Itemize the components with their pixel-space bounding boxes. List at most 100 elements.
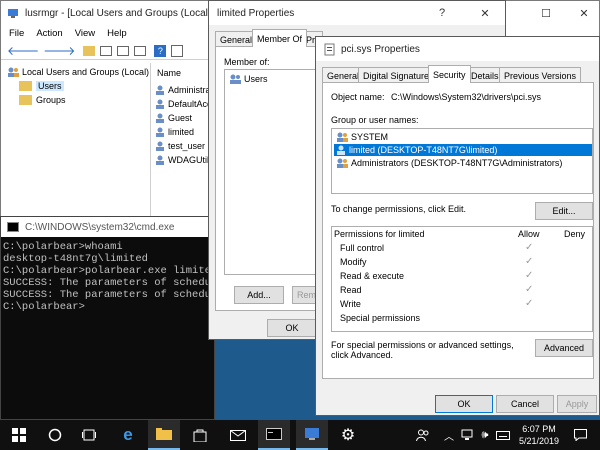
ok-button[interactable]: OK	[435, 395, 493, 413]
permission-label: Special permissions	[340, 313, 421, 323]
file-explorer-icon[interactable]	[148, 420, 180, 450]
list-item[interactable]: Administrators (DESKTOP-T48NT7G\Administ…	[336, 158, 562, 168]
folder-icon	[19, 81, 32, 91]
list-item[interactable]: WDAGUtilityAccount	[155, 153, 213, 167]
allow-check-icon: ✓	[525, 242, 534, 253]
user-name: Administrator	[168, 85, 213, 95]
file-icon	[324, 43, 335, 56]
console-output[interactable]: C:\polarbear>whoami desktop-t48nt7g\limi…	[3, 241, 215, 419]
cmd-taskbar-icon[interactable]	[258, 420, 290, 450]
cmd-icon	[7, 222, 19, 232]
list-item[interactable]: SYSTEM	[336, 132, 388, 142]
lusrmgr-taskbar-icon[interactable]	[296, 420, 328, 450]
tab-details[interactable]: Details	[466, 67, 504, 83]
permission-row: Special permissions	[340, 313, 590, 326]
taskbar: e ⚙ ︿ 🕪 6:07 PM 5/21/2019	[0, 420, 600, 450]
toolbar: 🡐 🡒 ?	[1, 42, 221, 60]
tree-item-groups[interactable]: Groups	[19, 95, 66, 105]
list-item[interactable]: Administrator	[155, 83, 213, 97]
group-name: limited (DESKTOP-T48NT7G\limited)	[349, 145, 498, 155]
back-arrow-icon[interactable]: 🡐	[7, 43, 39, 58]
tab-security[interactable]: Security	[428, 65, 471, 83]
limited-properties-help-button[interactable]: ?	[427, 1, 457, 25]
chevron-up-icon[interactable]: ︿	[440, 420, 458, 450]
export-list-icon[interactable]	[134, 45, 147, 56]
group-names-label: Group or user names:	[331, 115, 419, 125]
action-center-icon[interactable]	[566, 420, 594, 450]
limited-properties-close-button[interactable]: ✕	[465, 1, 505, 25]
list-item[interactable]: test_user	[155, 139, 213, 153]
mail-envelope-icon[interactable]	[222, 420, 254, 450]
list-item[interactable]: limited	[155, 125, 213, 139]
tree-root[interactable]: Local Users and Groups (Local)	[7, 67, 149, 77]
member-of-panel: Member of: Users Add... Remove	[215, 46, 326, 311]
properties-icon[interactable]	[171, 44, 184, 57]
user-icon	[155, 127, 165, 137]
computer-management-icon	[7, 7, 19, 19]
menu-help[interactable]: Help	[107, 28, 127, 39]
group-name: SYSTEM	[351, 132, 389, 142]
allow-column-header: Allow	[518, 229, 540, 239]
start-windows-icon[interactable]	[4, 420, 34, 450]
forward-arrow-icon[interactable]: 🡒	[43, 43, 75, 58]
limited-properties-title: limited Properties	[217, 7, 295, 19]
network-icon[interactable]	[458, 420, 476, 450]
refresh-icon[interactable]	[117, 45, 130, 56]
help-icon[interactable]: ?	[154, 44, 167, 57]
allow-check-icon: ✓	[525, 298, 534, 309]
menu-view[interactable]: View	[75, 28, 95, 39]
user-icon	[155, 99, 165, 109]
add-button[interactable]: Add...	[234, 286, 284, 304]
tab-digital-signatures[interactable]: Digital Signatures	[358, 67, 439, 83]
edge-browser-icon[interactable]: e	[112, 420, 144, 450]
permission-label: Modify	[340, 257, 367, 267]
list-item-selected[interactable]: limited (DESKTOP-T48NT7G\limited)	[334, 144, 592, 156]
tab-previous-versions[interactable]: Previous Versions	[499, 67, 582, 83]
user-name: Guest	[168, 113, 193, 123]
tree-item-users[interactable]: Users	[19, 81, 64, 91]
volume-icon[interactable]: 🕪	[476, 420, 494, 450]
show-tree-icon[interactable]	[100, 45, 113, 56]
up-folder-icon[interactable]	[83, 45, 96, 56]
permission-label: Read	[340, 285, 362, 295]
list-item[interactable]: Guest	[155, 111, 213, 125]
task-view-icon[interactable]	[74, 420, 104, 450]
lusrmgr-maximize-button[interactable]: ☐	[526, 1, 566, 25]
advanced-button[interactable]: Advanced	[535, 339, 593, 357]
tab-member-of[interactable]: Member Of	[252, 29, 308, 47]
user-icon	[155, 85, 165, 95]
menu-action[interactable]: Action	[36, 28, 62, 39]
apply-button[interactable]: Apply	[557, 395, 597, 413]
lusrmgr-title: lusrmgr - [Local Users and Groups (Local…	[25, 7, 227, 19]
store-bag-icon[interactable]	[184, 420, 216, 450]
search-circle-icon[interactable]	[40, 420, 70, 450]
people-icon[interactable]	[412, 420, 434, 450]
menu-file[interactable]: File	[9, 28, 24, 39]
list-header-name[interactable]: Name	[157, 68, 181, 78]
ok-button[interactable]: OK	[267, 319, 317, 337]
allow-check-icon: ✓	[525, 270, 534, 281]
user-icon	[155, 155, 165, 165]
list-item[interactable]: Users	[229, 74, 268, 84]
clock[interactable]: 6:07 PM 5/21/2019	[514, 423, 564, 449]
list-item[interactable]: DefaultAccount	[155, 97, 213, 111]
tab-general[interactable]: General	[215, 31, 258, 47]
clock-time: 6:07 PM	[522, 424, 556, 434]
edit-button[interactable]: Edit...	[535, 202, 593, 220]
cmd-titlebar[interactable]: C:\WINDOWS\system32\cmd.exe	[1, 217, 214, 237]
cancel-button[interactable]: Cancel	[496, 395, 554, 413]
tree-pane: Local Users and Groups (Local) Users Gro…	[1, 63, 151, 233]
member-list: Users	[224, 69, 320, 275]
permission-label: Write	[340, 299, 361, 309]
keyboard-icon[interactable]	[494, 420, 512, 450]
console-line: C:\polarbear>whoami	[3, 241, 123, 253]
limited-properties-titlebar[interactable]: limited Properties	[209, 1, 505, 25]
user-name: limited	[168, 127, 195, 137]
settings-gear-icon[interactable]: ⚙	[332, 420, 364, 450]
user-list-pane: Name Administrator DefaultAccount Guest …	[153, 63, 213, 233]
pci-properties-title: pci.sys Properties	[341, 43, 420, 55]
pci-properties-titlebar[interactable]: pci.sys Properties	[316, 37, 599, 61]
permission-row: Full control ✓	[340, 242, 590, 256]
tree-item-label: Users	[36, 81, 64, 91]
lusrmgr-close-button[interactable]: ✕	[564, 1, 600, 25]
